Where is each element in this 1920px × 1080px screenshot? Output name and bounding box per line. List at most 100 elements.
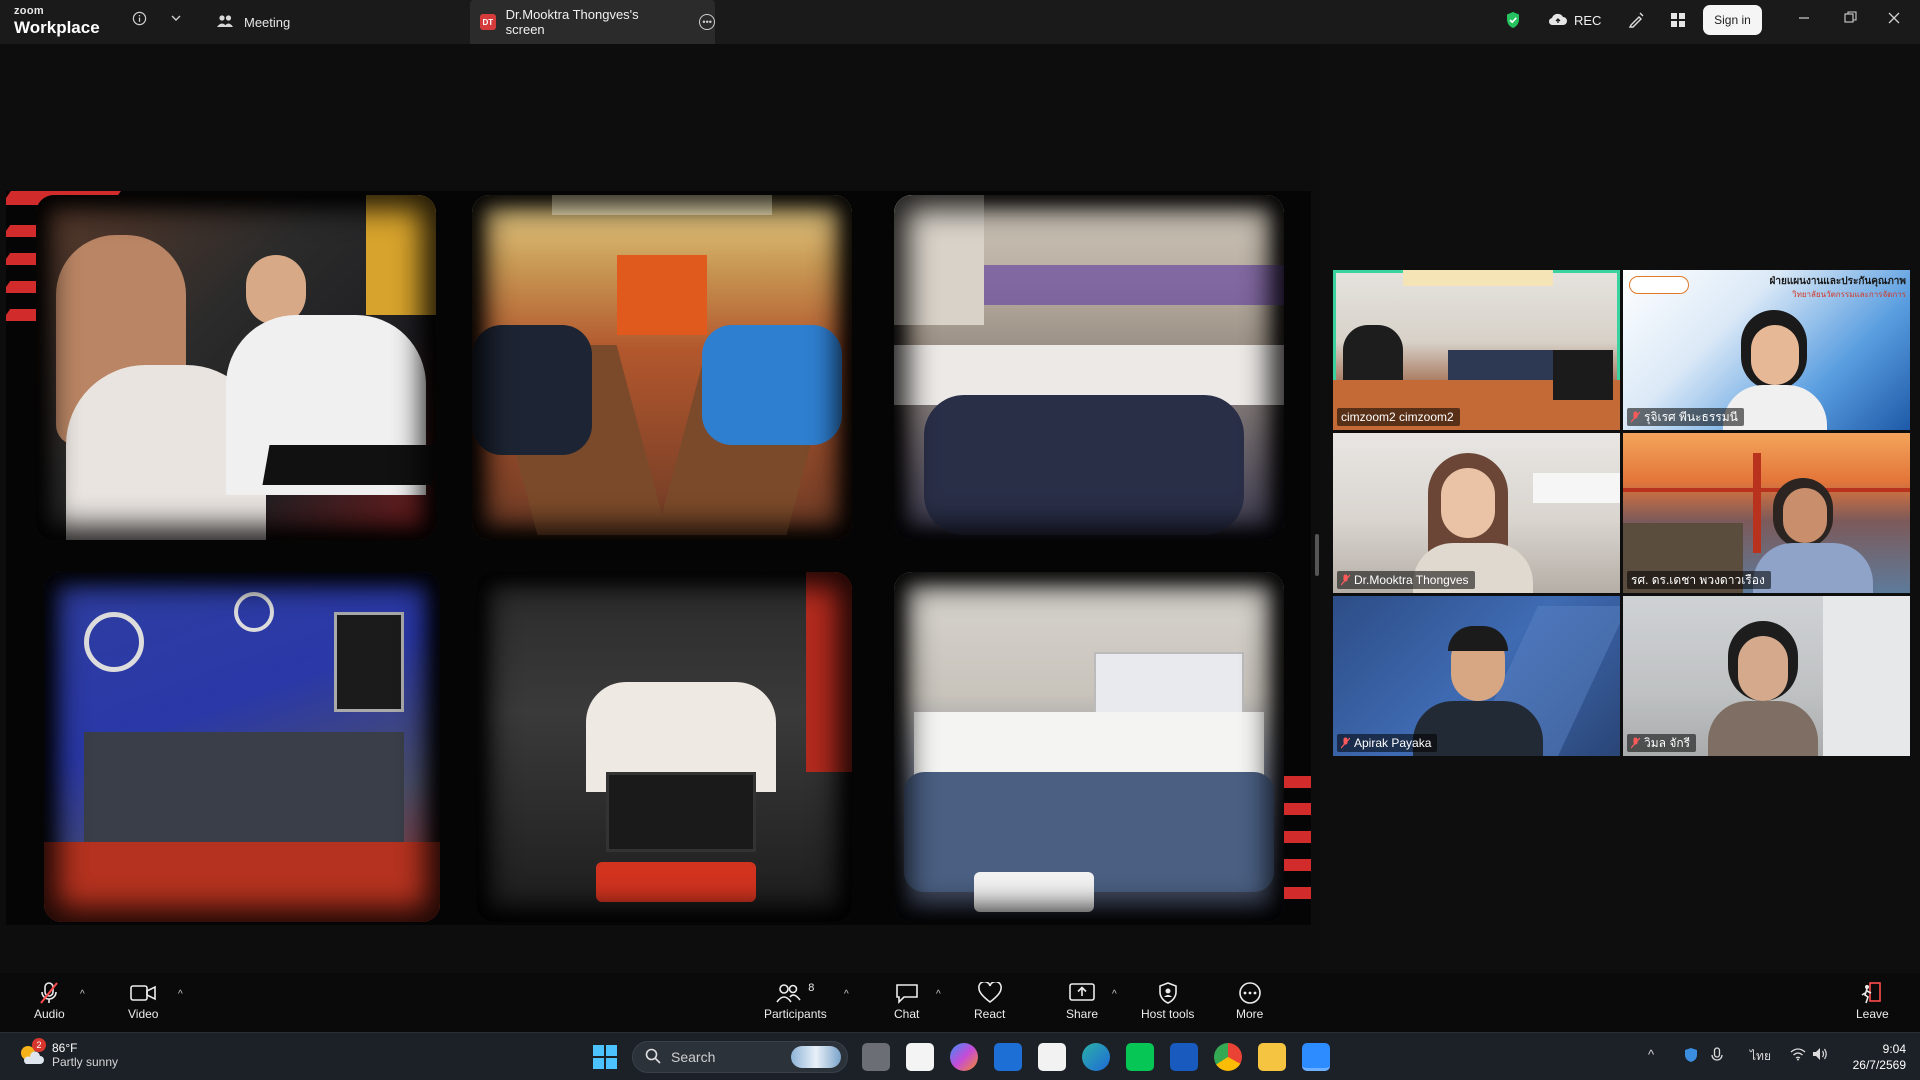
video-tile[interactable]: Apirak Payaka — [1333, 596, 1620, 756]
minimize-icon[interactable] — [1798, 11, 1810, 28]
video-tile[interactable]: ฝ่ายแผนงานและประกันคุณภาพ วิทยาลัยนวัตกร… — [1623, 270, 1910, 430]
record-label: REC — [1574, 13, 1602, 28]
restore-icon[interactable] — [1844, 11, 1857, 28]
word-icon[interactable] — [1170, 1043, 1198, 1071]
host-tools-label: Host tools — [1141, 1007, 1195, 1021]
chevron-up-icon[interactable]: ^ — [178, 989, 183, 1000]
title-bar: zoom Workplace Meeting DT Dr.Mooktra Tho… — [0, 0, 1920, 44]
leave-label: Leave — [1856, 1007, 1889, 1021]
panel-resize-handle[interactable] — [1315, 534, 1319, 576]
participant-name: Dr.Mooktra Thongves — [1354, 573, 1469, 587]
line-app-icon[interactable] — [1126, 1043, 1154, 1071]
more-label: More — [1236, 1007, 1264, 1021]
photo-classroom — [894, 572, 1284, 922]
participant-name: รุจิเรศ พีนะธรรมนี — [1644, 409, 1738, 424]
record-button[interactable]: REC — [1548, 12, 1601, 29]
defender-icon[interactable] — [1684, 1047, 1698, 1066]
more-button[interactable]: More — [1236, 979, 1263, 1021]
participants-button[interactable]: 8 Participants — [764, 979, 827, 1021]
input-language[interactable]: ไทย — [1750, 1047, 1771, 1066]
more-dots-icon — [1238, 979, 1262, 1007]
copilot-icon[interactable] — [950, 1043, 978, 1071]
os-taskbar: 2 86°F Partly sunny Search ^ ไทย 9:04 26… — [0, 1032, 1920, 1080]
wifi-icon[interactable] — [1790, 1047, 1806, 1064]
leave-button[interactable]: Leave — [1856, 979, 1889, 1021]
react-button[interactable]: React — [974, 979, 1005, 1021]
video-tile[interactable]: วิมล จักรี — [1623, 596, 1910, 756]
video-tile[interactable]: รศ. ดร.เดชา พวงดาวเรือง — [1623, 433, 1910, 593]
chevron-down-icon[interactable] — [170, 11, 182, 27]
annotate-icon[interactable] — [1628, 12, 1644, 31]
participant-name-tag: รศ. ดร.เดชา พวงดาวเรือง — [1627, 571, 1771, 589]
outlook-icon[interactable] — [994, 1043, 1022, 1071]
video-tile[interactable]: cimzoom2 cimzoom2 — [1333, 270, 1620, 430]
chrome-icon[interactable] — [1214, 1043, 1242, 1071]
brand-top: zoom — [14, 5, 44, 17]
audio-label: Audio — [34, 1007, 65, 1021]
shared-screen-area[interactable] — [0, 44, 1320, 974]
shield-icon[interactable] — [1505, 11, 1521, 32]
share-button[interactable]: Share — [1066, 979, 1098, 1021]
video-label: Video — [128, 1007, 159, 1021]
host-shield-icon — [1157, 979, 1179, 1007]
search-icon — [645, 1048, 661, 1067]
brand-name: Workplace — [14, 18, 100, 37]
chevron-up-icon[interactable]: ^ — [1648, 1047, 1654, 1062]
mic-tray-icon[interactable] — [1710, 1047, 1724, 1066]
participant-name-tag: cimzoom2 cimzoom2 — [1337, 408, 1460, 426]
tab-shared-screen[interactable]: DT Dr.Mooktra Thongves's screen ••• — [470, 0, 715, 44]
info-icon[interactable] — [132, 11, 147, 29]
volume-icon[interactable] — [1812, 1047, 1828, 1064]
chevron-up-icon[interactable]: ^ — [1112, 989, 1117, 1000]
notification-badge: 2 — [32, 1038, 46, 1052]
shared-slide — [6, 191, 1311, 925]
cloud-icon — [1548, 12, 1568, 29]
weather-widget[interactable]: 2 86°F Partly sunny — [18, 1038, 118, 1069]
apps-grid-icon[interactable] — [1670, 12, 1686, 31]
host-tools-button[interactable]: Host tools — [1141, 979, 1194, 1021]
tab-meeting-label: Meeting — [244, 14, 291, 30]
participants-icon: 8 — [776, 979, 814, 1007]
muted-mic-icon — [1340, 737, 1351, 749]
task-view-icon[interactable] — [862, 1043, 890, 1071]
chevron-up-icon[interactable]: ^ — [936, 989, 941, 1000]
search-placeholder: Search — [671, 1049, 716, 1065]
participant-name-tag: Apirak Payaka — [1337, 734, 1438, 752]
microsoft-store-icon[interactable] — [1038, 1043, 1066, 1071]
clock-date: 26/7/2569 — [1852, 1058, 1906, 1072]
muted-mic-icon — [1630, 411, 1641, 423]
chevron-up-icon[interactable]: ^ — [844, 989, 849, 1000]
video-tile[interactable]: Dr.Mooktra Thongves — [1333, 433, 1620, 593]
chevron-up-icon[interactable]: ^ — [80, 989, 85, 1000]
close-icon[interactable] — [1888, 11, 1900, 28]
participant-name-tag: วิมล จักรี — [1627, 734, 1697, 752]
sign-in-button[interactable]: Sign in — [1703, 5, 1762, 35]
participants-count: 8 — [808, 982, 815, 994]
file-explorer-icon[interactable] — [1258, 1043, 1286, 1071]
windows-start-icon[interactable] — [592, 1044, 620, 1072]
participant-name: วิมล จักรี — [1644, 735, 1691, 750]
snipping-tool-icon[interactable] — [906, 1043, 934, 1071]
taskbar-search[interactable]: Search — [632, 1041, 848, 1073]
system-clock[interactable]: 9:04 26/7/2569 — [1840, 1041, 1906, 1073]
edge-browser-icon[interactable] — [1082, 1043, 1110, 1071]
share-screen-icon — [1069, 979, 1095, 1007]
participant-name-tag: รุจิเรศ พีนะธรรมนี — [1627, 408, 1744, 426]
more-options-icon[interactable]: ••• — [699, 14, 715, 30]
muted-mic-icon — [1630, 737, 1641, 749]
banner-subtitle: วิทยาลัยนวัตกรรมและการจัดการ — [1792, 290, 1906, 299]
audio-button[interactable]: Audio — [34, 979, 65, 1021]
video-button[interactable]: Video — [128, 979, 158, 1021]
participants-group-icon — [216, 14, 234, 31]
chat-button[interactable]: Chat — [894, 979, 919, 1021]
banner-title: ฝ่ายแผนงานและประกันคุณภาพ — [1769, 276, 1907, 287]
participants-label: Participants — [764, 1007, 827, 1021]
zoom-app-icon[interactable] — [1302, 1043, 1330, 1071]
muted-mic-icon — [38, 979, 60, 1007]
temperature: 86°F — [52, 1041, 78, 1055]
photo-conference-room — [472, 195, 852, 540]
participant-name: cimzoom2 cimzoom2 — [1341, 410, 1454, 424]
participant-name-tag: Dr.Mooktra Thongves — [1337, 571, 1475, 589]
presenter-badge: DT — [480, 14, 496, 30]
tab-meeting[interactable]: Meeting — [216, 10, 290, 34]
